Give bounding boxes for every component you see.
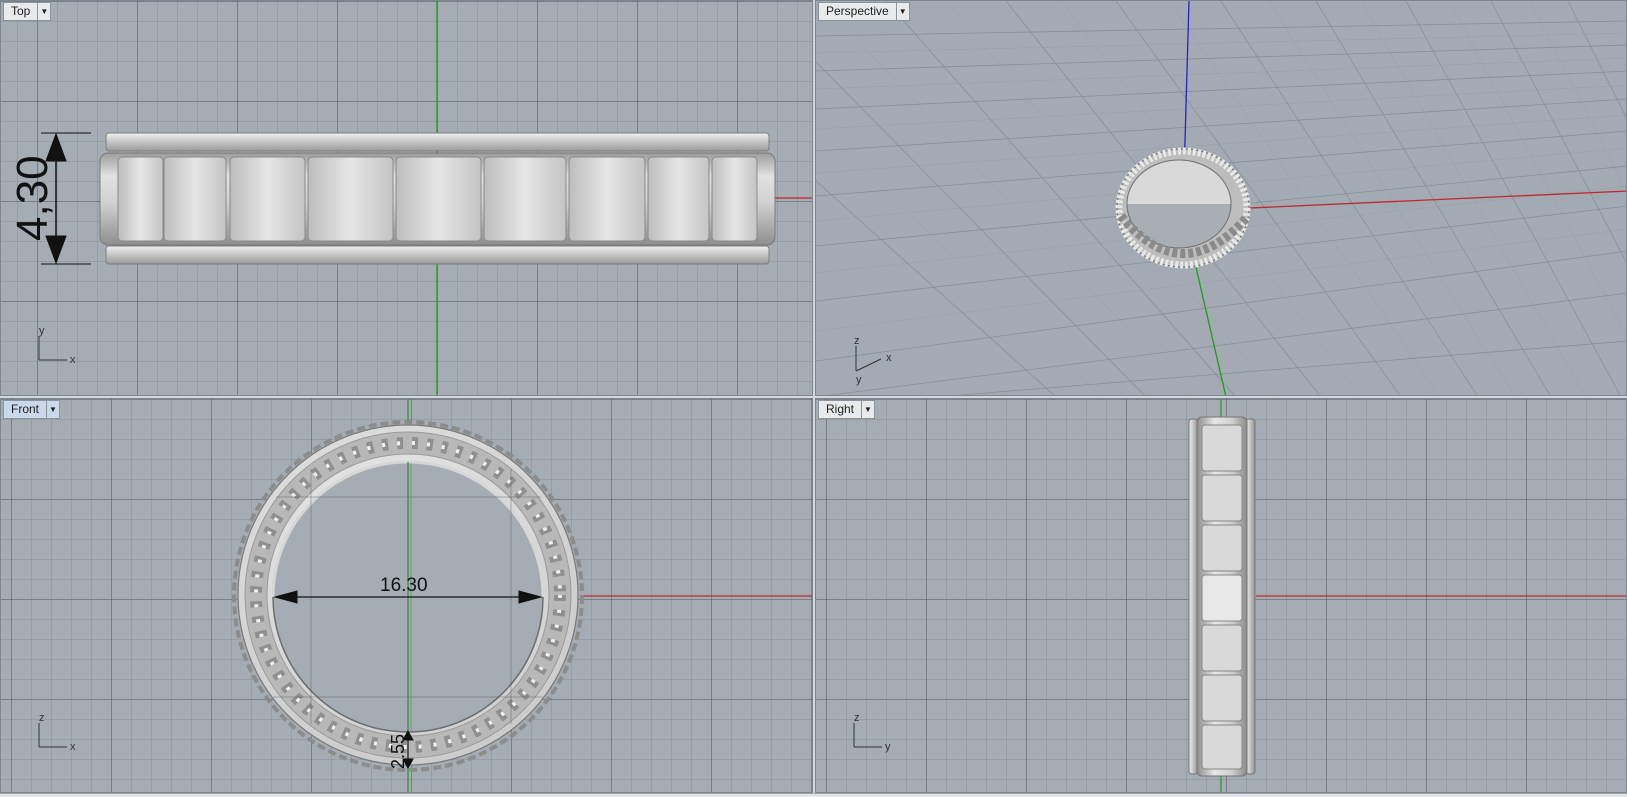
viewport-tabs-strip	[0, 793, 1627, 797]
axis-label-x: x	[70, 741, 76, 753]
axis-label-x: x	[886, 352, 892, 364]
viewport-tab-perspective[interactable]: Perspective ▼	[818, 2, 910, 21]
viewport-tab-top[interactable]: Top ▼	[3, 2, 52, 21]
triangle-down-icon[interactable]: ▼	[861, 401, 874, 418]
axis-triad	[38, 723, 67, 748]
axis-label-y: y	[856, 374, 862, 386]
ring-panels	[117, 156, 758, 242]
viewport-title: Top	[11, 4, 31, 18]
axis-label-x: x	[70, 354, 76, 366]
ring-side-panels	[1201, 424, 1243, 770]
triangle-down-icon[interactable]: ▼	[46, 401, 59, 418]
ring-rail-top	[105, 132, 770, 152]
height-dimension-label: 4,30	[8, 155, 57, 241]
viewport-right[interactable]: Right ▼ z y	[815, 398, 1627, 793]
diameter-dimension-label: 16.30	[380, 575, 428, 596]
viewport-front[interactable]: Front ▼ 16.30 2.55 z x	[0, 398, 813, 793]
thickness-dimension-label: 2.55	[388, 734, 408, 769]
ring-rail-bottom	[105, 245, 770, 265]
axis-label-z: z	[39, 712, 45, 724]
viewport-perspective[interactable]: Perspective ▼ z x y	[815, 0, 1627, 396]
axis-label-y: y	[39, 325, 45, 337]
axis-label-y: y	[885, 741, 891, 753]
axis-triad	[853, 723, 882, 748]
axis-label-z: z	[854, 335, 860, 347]
axis-label-z: z	[854, 712, 860, 724]
axis-triad	[855, 346, 882, 372]
triangle-down-icon[interactable]: ▼	[37, 3, 50, 20]
front-view-scene: 16.30 2.55 z x	[38, 399, 812, 792]
viewport-title: Perspective	[826, 4, 889, 18]
viewport-tab-front[interactable]: Front ▼	[3, 400, 61, 419]
viewport-title: Front	[11, 402, 40, 416]
right-view-scene: z y	[853, 399, 1626, 792]
ring-perspective	[1115, 147, 1252, 269]
viewport-top[interactable]: Top ▼ 4,30 y x	[0, 0, 813, 396]
axis-triad	[38, 336, 67, 361]
top-view-scene: 4,30 y x	[8, 1, 812, 395]
viewport-tab-right[interactable]: Right ▼	[818, 400, 876, 419]
triangle-down-icon[interactable]: ▼	[895, 3, 909, 20]
perspective-scene: z x y	[816, 1, 1626, 395]
viewport-title: Right	[826, 402, 855, 416]
